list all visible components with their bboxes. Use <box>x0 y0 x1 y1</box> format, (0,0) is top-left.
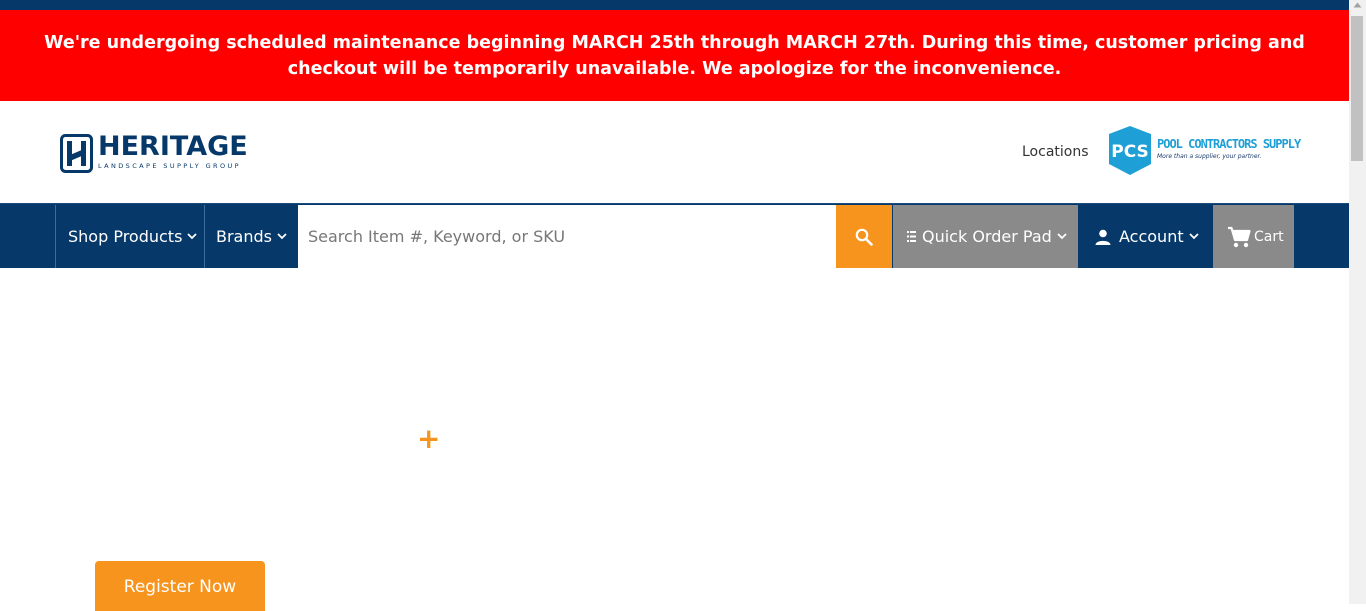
site-header: HERITAGE LANDSCAPE SUPPLY GROUP Location… <box>0 101 1349 203</box>
pcs-badge-text: PCS <box>1111 142 1149 162</box>
brands-menu[interactable]: Brands <box>205 205 298 268</box>
pcs-logo[interactable]: PCS POOL CONTRACTORS SUPPLY More than a … <box>1109 126 1301 176</box>
top-strip <box>0 0 1349 10</box>
account-menu[interactable]: Account <box>1079 205 1212 268</box>
main-navbar: Shop Products Brands Quick Order Pad Acc… <box>0 203 1349 268</box>
cart-label: Cart <box>1254 228 1284 245</box>
shop-products-label: Shop Products <box>68 227 183 246</box>
locations-link[interactable]: Locations <box>1022 144 1089 160</box>
pcs-badge-icon: PCS <box>1109 126 1151 175</box>
scroll-up-arrow-icon[interactable] <box>1353 2 1362 8</box>
chevron-down-icon <box>1188 233 1199 240</box>
maintenance-alert-text: We're undergoing scheduled maintenance b… <box>44 33 1305 79</box>
pcs-tagline: More than a supplier, your partner. <box>1157 153 1262 160</box>
heritage-h-icon <box>60 134 93 173</box>
quick-order-pad-label: Quick Order Pad <box>922 227 1052 246</box>
scrollbar-thumb[interactable] <box>1351 16 1363 161</box>
brands-label: Brands <box>216 227 272 246</box>
search-icon <box>855 228 873 246</box>
heritage-logo[interactable]: HERITAGE LANDSCAPE SUPPLY GROUP <box>60 131 260 174</box>
chevron-down-icon <box>277 233 287 240</box>
plus-icon: + <box>417 422 441 455</box>
shop-products-menu[interactable]: Shop Products <box>55 205 205 268</box>
account-label: Account <box>1119 227 1184 246</box>
maintenance-alert: We're undergoing scheduled maintenance b… <box>0 10 1349 101</box>
quick-order-pad-menu[interactable]: Quick Order Pad <box>893 205 1078 268</box>
search-button[interactable] <box>836 205 892 268</box>
vertical-scrollbar[interactable] <box>1349 0 1366 604</box>
pcs-name: POOL CONTRACTORS SUPPLY <box>1157 137 1301 151</box>
user-icon <box>1095 229 1111 245</box>
logo-wordmark: HERITAGE <box>98 131 248 162</box>
list-icon <box>907 231 916 242</box>
search-box <box>298 205 836 268</box>
cart-icon <box>1228 226 1251 247</box>
search-input[interactable] <box>298 205 836 268</box>
chevron-down-icon <box>1057 233 1067 240</box>
cart-button[interactable]: Cart <box>1213 205 1294 268</box>
logo-tagline: LANDSCAPE SUPPLY GROUP <box>98 162 241 170</box>
chevron-down-icon <box>187 233 198 240</box>
